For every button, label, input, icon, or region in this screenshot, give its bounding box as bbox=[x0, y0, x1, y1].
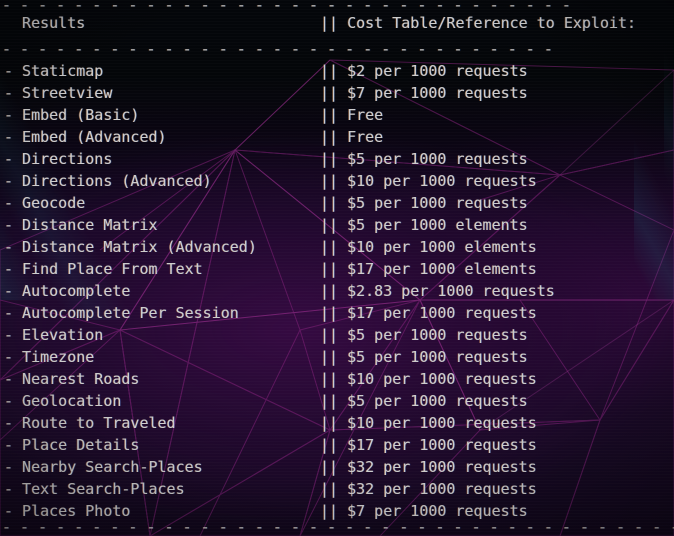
cell-service: - Geolocation bbox=[4, 392, 122, 410]
cell-cost: || $5 per 1000 elements bbox=[320, 216, 528, 234]
table-row: - Directions (Advanced) || $10 per 1000 r… bbox=[0, 170, 674, 192]
cell-cost: || $5 per 1000 requests bbox=[320, 150, 528, 168]
cell-service: - Streetview bbox=[4, 84, 113, 102]
terminal-text-layer: - - - - - - - - - - - - - - - - - - - - … bbox=[0, 0, 674, 536]
table-row: - Embed (Basic) || Free bbox=[0, 104, 674, 126]
table-row: - Autocomplete || $2.83 per 1000 requests bbox=[0, 280, 674, 302]
separator-bottom: - - - - - - - - - - - - - - - - - - - - … bbox=[2, 518, 674, 536]
cell-service: - Geocode bbox=[4, 194, 86, 212]
cell-service: - Text Search-Places bbox=[4, 480, 185, 498]
cell-service: - Elevation bbox=[4, 326, 104, 344]
cell-service: - Place Details bbox=[4, 436, 140, 454]
cell-cost: || $17 per 1000 requests bbox=[320, 436, 537, 454]
table-row: - Embed (Advanced) || Free bbox=[0, 126, 674, 148]
cell-cost: || Free bbox=[320, 128, 384, 146]
separator-under-header: - - - - - - - - - - - - - - - - - - - - … bbox=[2, 40, 553, 58]
table-row: - Route to Traveled || $10 per 1000 reque… bbox=[0, 412, 674, 434]
cell-cost: || Free bbox=[320, 106, 384, 124]
table-row: - Elevation || $5 per 1000 requests bbox=[0, 324, 674, 346]
cell-cost: || $10 per 1000 requests bbox=[320, 172, 537, 190]
column-header-results: Results bbox=[4, 14, 86, 32]
terminal-screen: - - - - - - - - - - - - - - - - - - - - … bbox=[0, 0, 674, 536]
cell-cost: || $32 per 1000 requests bbox=[320, 458, 537, 476]
table-row: - Text Search-Places || $32 per 1000 requ… bbox=[0, 478, 674, 500]
cell-cost: || $17 per 1000 elements bbox=[320, 260, 537, 278]
cell-cost: || $10 per 1000 elements bbox=[320, 238, 537, 256]
table-row: - Distance Matrix (Advanced) || $10 per 1… bbox=[0, 236, 674, 258]
cell-service: - Distance Matrix bbox=[4, 216, 158, 234]
table-row: - Timezone || $5 per 1000 requests bbox=[0, 346, 674, 368]
cell-cost: || $5 per 1000 requests bbox=[320, 326, 528, 344]
cell-service: - Nearest Roads bbox=[4, 370, 140, 388]
cell-service: - Embed (Basic) bbox=[4, 106, 140, 124]
table-row: - Place Details || $17 per 1000 requests bbox=[0, 434, 674, 456]
table-row: - Nearby Search-Places || $32 per 1000 re… bbox=[0, 456, 674, 478]
cell-cost: || $2 per 1000 requests bbox=[320, 62, 528, 80]
cell-service: - Autocomplete bbox=[4, 282, 131, 300]
cell-cost: || $10 per 1000 requests bbox=[320, 370, 537, 388]
cell-service: - Nearby Search-Places bbox=[4, 458, 203, 476]
cell-service: - Route to Traveled bbox=[4, 414, 176, 432]
cell-service: - Directions (Advanced) bbox=[4, 172, 212, 190]
header-divider: || bbox=[320, 14, 339, 32]
cell-service: - Autocomplete Per Session bbox=[4, 304, 239, 322]
table-row: - Staticmap || $2 per 1000 requests bbox=[0, 60, 674, 82]
cell-cost: || $17 per 1000 requests bbox=[320, 304, 537, 322]
column-header-cost: || Cost Table/Reference to Exploit: bbox=[320, 12, 636, 34]
header-cost-label: Cost Table/Reference to Exploit: bbox=[347, 14, 637, 32]
cell-cost: || $10 per 1000 requests bbox=[320, 414, 537, 432]
cell-service: - Embed (Advanced) bbox=[4, 128, 167, 146]
table-row: - Autocomplete Per Session || $17 per 100… bbox=[0, 302, 674, 324]
cell-service: - Directions bbox=[4, 150, 113, 168]
table-row: - Geocode || $5 per 1000 requests bbox=[0, 192, 674, 214]
table-header-row: Results || Cost Table/Reference to Explo… bbox=[0, 12, 674, 34]
table-row: - Nearest Roads || $10 per 1000 requests bbox=[0, 368, 674, 390]
cell-cost: || $5 per 1000 requests bbox=[320, 392, 528, 410]
cell-cost: || $7 per 1000 requests bbox=[320, 84, 528, 102]
cell-cost: || $5 per 1000 requests bbox=[320, 194, 528, 212]
table-row: - Distance Matrix || $5 per 1000 elements bbox=[0, 214, 674, 236]
cell-cost: || $5 per 1000 requests bbox=[320, 348, 528, 366]
table-row: - Geolocation || $5 per 1000 requests bbox=[0, 390, 674, 412]
cell-service: - Timezone bbox=[4, 348, 95, 366]
table-row: - Find Place From Text || $17 per 1000 el… bbox=[0, 258, 674, 280]
cell-service: - Find Place From Text bbox=[4, 260, 203, 278]
cell-cost: || $2.83 per 1000 requests bbox=[320, 282, 555, 300]
cell-cost: || $32 per 1000 requests bbox=[320, 480, 537, 498]
cell-service: - Staticmap bbox=[4, 62, 104, 80]
table-row: - Streetview || $7 per 1000 requests bbox=[0, 82, 674, 104]
table-row: - Directions || $5 per 1000 requests bbox=[0, 148, 674, 170]
cell-service: - Distance Matrix (Advanced) bbox=[4, 238, 257, 256]
